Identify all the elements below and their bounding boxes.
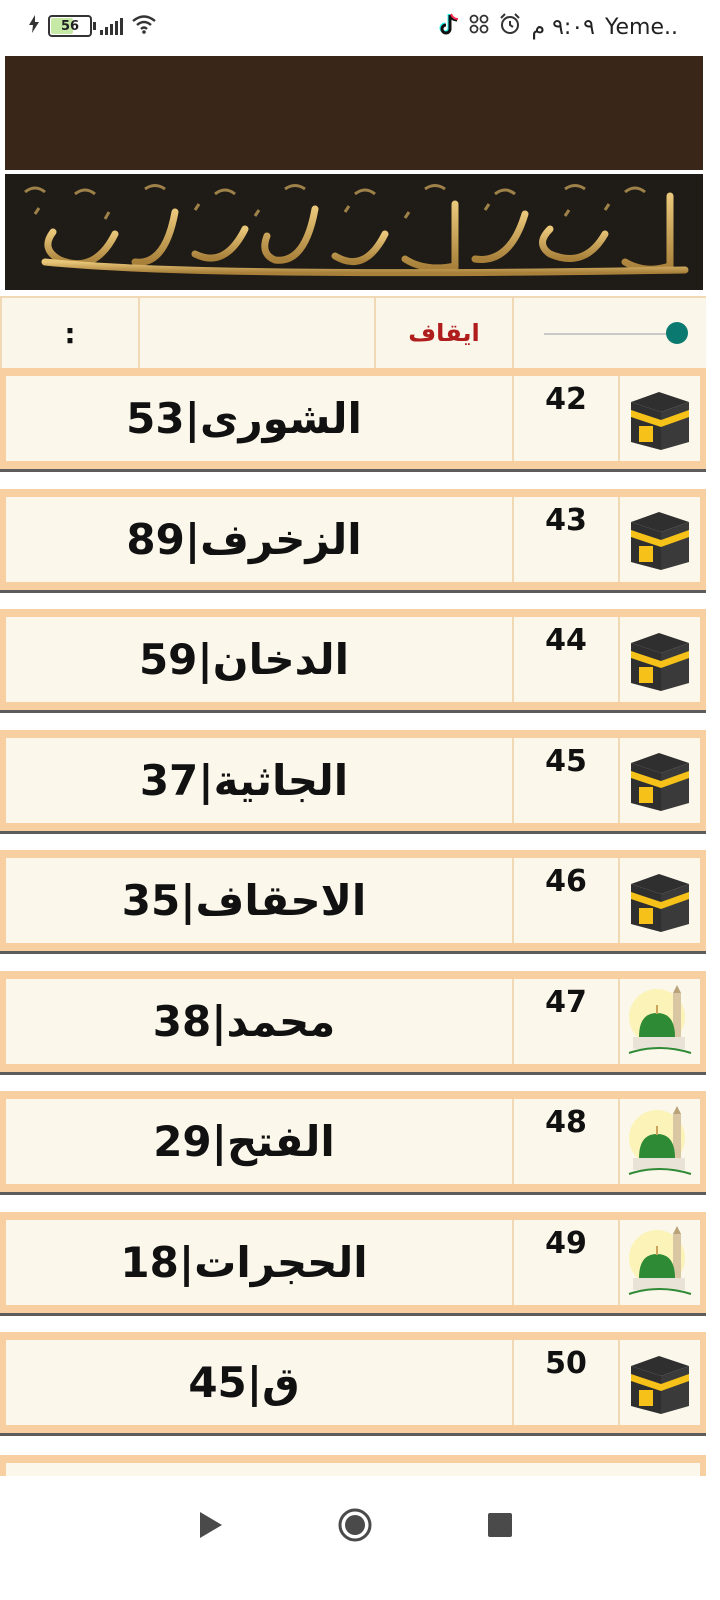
- surah-title: محمد|38: [152, 996, 336, 1046]
- status-right-group: ٩:٠٩ م Yeme..: [437, 12, 678, 42]
- slider-thumb[interactable]: [666, 322, 688, 344]
- kaaba-icon: [618, 376, 700, 461]
- battery-level: 56: [60, 18, 80, 34]
- audio-control-bar: ايقاف :: [0, 296, 706, 370]
- surah-list-item[interactable]: 48 الفتح|29: [0, 1091, 706, 1195]
- surah-title: ق|45: [188, 1358, 300, 1407]
- surah-title: الدخان|59: [138, 635, 350, 684]
- mosque-dome-icon: [618, 1219, 700, 1305]
- surah-number: 45: [512, 737, 618, 823]
- blank-cell: [138, 298, 374, 368]
- clock-text: ٩:٠٩ م: [531, 14, 595, 40]
- stop-button[interactable]: ايقاف: [374, 298, 512, 368]
- surah-number: 47: [512, 978, 618, 1064]
- wifi-icon: [131, 14, 157, 38]
- time-display: :: [0, 298, 138, 368]
- home-nav-icon[interactable]: [337, 1507, 373, 1547]
- surah-number: 46: [512, 858, 618, 943]
- surah-title: الفتح|29: [153, 1117, 335, 1166]
- kaaba-icon: [618, 858, 700, 943]
- surah-number: 43: [512, 496, 618, 582]
- battery-icon: 56: [48, 15, 96, 37]
- surah-list-item[interactable]: 42 الشورى|53: [0, 368, 706, 472]
- slider-track: [544, 333, 666, 335]
- status-bar: 56 ٩:٠٩ م Yeme..: [0, 0, 720, 56]
- signal-icon: [100, 17, 123, 35]
- surah-list-item[interactable]: 43 الزخرف|89: [0, 488, 706, 593]
- surah-title: الاحقاف|35: [121, 876, 367, 925]
- stop-button-label: ايقاف: [408, 319, 480, 347]
- surah-number: 49: [512, 1219, 618, 1305]
- mosque-dome-icon: [618, 978, 700, 1064]
- back-nav-icon[interactable]: [198, 1510, 224, 1544]
- surah-title: الجاثية|37: [139, 755, 349, 805]
- surah-list-item[interactable]: 50 ق|45: [0, 1332, 706, 1436]
- tiktok-icon: [437, 12, 459, 42]
- alarm-icon: [499, 13, 521, 41]
- progress-slider[interactable]: [512, 298, 706, 368]
- surah-list-item[interactable]: 44 الدخان|59: [0, 609, 706, 713]
- status-left-group: 56: [28, 14, 157, 38]
- surah-number: 42: [512, 376, 618, 461]
- kaaba-icon: [618, 1340, 700, 1425]
- surah-title: الحجرات|18: [120, 1237, 368, 1287]
- surah-list-item[interactable]: 47 محمد|38: [0, 970, 706, 1075]
- kaaba-icon: [618, 496, 700, 582]
- surah-number: 48: [512, 1099, 618, 1184]
- mosque-dome-icon: [618, 1099, 700, 1184]
- surah-list-item[interactable]: 45 الجاثية|37: [0, 729, 706, 834]
- surah-title: الزخرف|89: [126, 514, 362, 564]
- charging-icon: [28, 15, 40, 37]
- recents-nav-icon[interactable]: [487, 1512, 513, 1542]
- navigation-bar: [0, 1476, 720, 1600]
- kaaba-icon: [618, 617, 700, 702]
- time-text: :: [64, 316, 76, 350]
- calligraphy-banner-image: [5, 174, 703, 290]
- apps-icon: [469, 14, 489, 40]
- surah-title: الشورى|53: [126, 394, 362, 443]
- surah-number: 50: [512, 1340, 618, 1425]
- header-banner: [5, 56, 703, 170]
- carrier-text: Yeme..: [604, 14, 678, 40]
- kaaba-icon: [618, 737, 700, 823]
- surah-number: 44: [512, 617, 618, 702]
- surah-list-item[interactable]: 49 الحجرات|18: [0, 1211, 706, 1316]
- surah-list-item[interactable]: 46 الاحقاف|35: [0, 850, 706, 954]
